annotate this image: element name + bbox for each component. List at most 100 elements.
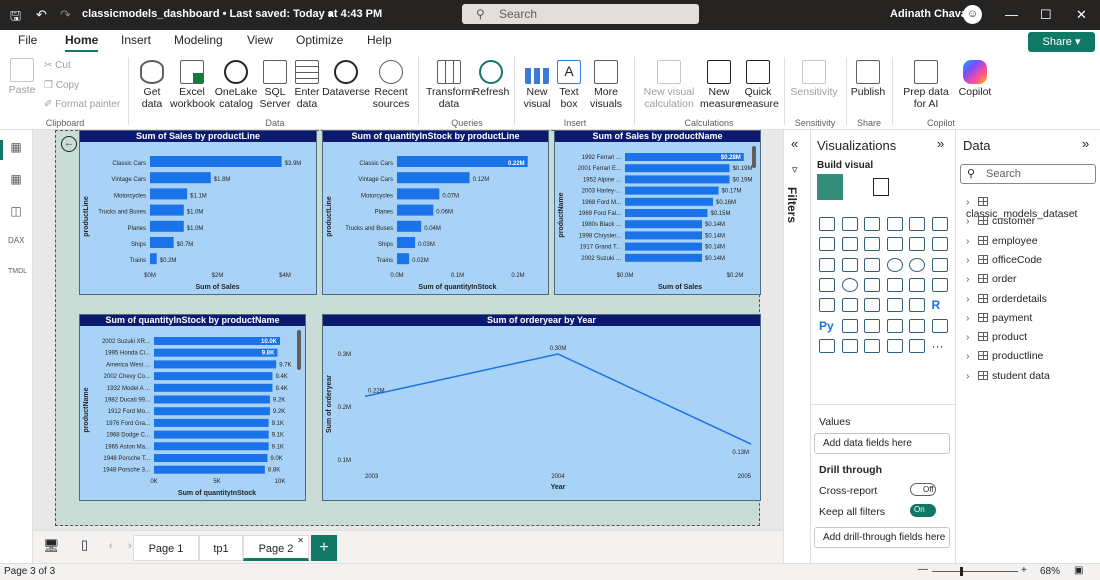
recent-sources-button[interactable]: Recent sources [370,60,412,110]
model-view-icon[interactable]: ◫ [8,204,24,218]
filters-pane-collapsed[interactable]: « ▿ Filters [783,130,810,563]
enter-data-button[interactable]: Enter data [292,60,322,110]
chevron-down-icon[interactable]: ▼ [326,9,335,19]
get-more-visuals-icon[interactable] [909,338,925,353]
multi-row-card-icon[interactable] [819,298,835,313]
page-tab-page-2[interactable]: Page 2 ✕ [243,535,309,561]
zoom-level[interactable]: 68% [1040,566,1060,577]
tab-help[interactable]: Help [367,33,392,47]
pie-chart-icon[interactable] [886,257,903,272]
stacked-area-chart-icon[interactable] [864,237,880,252]
visual-sales-by-productname[interactable]: Sum of Sales by productName 1992 Ferrari… [554,130,761,295]
chevron-right-icon[interactable]: › [966,370,976,382]
ribbon-chart-icon[interactable] [931,237,948,252]
treemap-icon[interactable] [931,257,948,272]
waterfall-chart-icon[interactable] [819,257,835,272]
tab-optimize[interactable]: Optimize [296,33,343,47]
next-page-icon[interactable]: › [128,540,132,552]
zoom-out-icon[interactable]: — [918,564,928,575]
tab-home[interactable]: Home [65,33,99,53]
table-item[interactable]: › payment [966,312,1032,324]
minimize-icon[interactable]: — [1005,7,1018,22]
table-view-icon[interactable]: ▦ [8,172,24,186]
add-page-button[interactable]: + [311,535,337,561]
build-visual-icon[interactable] [817,174,843,200]
chevron-right-icon[interactable]: › [966,235,976,247]
redo-icon[interactable]: ↷ [60,7,71,23]
keep-filters-toggle[interactable]: On [910,504,936,517]
chevron-right-icon[interactable]: › [966,254,976,266]
matrix-icon[interactable] [909,298,925,313]
map-icon[interactable] [819,277,835,292]
clustered-bar-chart-icon[interactable] [864,217,880,231]
new-visual-button[interactable]: New visual [520,60,554,110]
report-view-icon[interactable]: ▦ [8,140,24,154]
back-arrow-icon[interactable]: ← [61,136,77,152]
data-search-input[interactable]: ⚲ Search [960,164,1096,184]
key-influencers-icon[interactable] [841,318,858,333]
kpi-icon[interactable] [841,298,858,313]
copy-button[interactable]: ❐ Copy [44,80,79,91]
donut-chart-icon[interactable] [909,257,925,272]
publish-button[interactable]: Publish [850,60,886,98]
table-item[interactable]: › student data [966,370,1050,382]
stacked-bar-chart-icon[interactable] [819,217,835,231]
format-painter-button[interactable]: ✐ Format painter [44,99,120,110]
zoom-in-icon[interactable]: + [1021,565,1027,576]
chevron-right-icon[interactable]: › [966,215,976,227]
card-icon[interactable] [931,277,948,292]
table-item[interactable]: › employee [966,235,1038,247]
new-measure-button[interactable]: New measure [700,60,741,110]
refresh-button[interactable]: Refresh [472,60,510,98]
mobile-view-icon[interactable]: ▯ [81,537,88,553]
paste-button[interactable]: Paste [6,58,38,96]
r-visual-icon[interactable]: R [932,298,948,312]
undo-icon[interactable]: ↶ [36,7,47,23]
table-item[interactable]: › orderdetails [966,293,1047,305]
table-item[interactable]: › product [966,331,1027,343]
text-box-button[interactable]: A Text box [554,60,584,110]
save-icon[interactable]: 🖫 [10,7,21,29]
avatar[interactable]: ☺ [963,5,982,24]
tab-file[interactable]: File [18,33,37,47]
azure-map-icon[interactable] [864,277,880,292]
desktop-view-icon[interactable]: 🖥 [43,538,60,554]
page-tab-tp1[interactable]: tp1 [199,535,243,561]
close-tab-icon[interactable]: ✕ [297,528,304,554]
excel-workbook-button[interactable]: Excel workbook [170,60,215,110]
arcgis-map-icon[interactable] [841,338,858,353]
zoom-slider[interactable] [932,567,1018,576]
chevron-right-icon[interactable]: › [966,293,976,305]
transform-data-button[interactable]: Transform data [426,60,473,110]
collapse-icon[interactable]: » [1082,136,1089,151]
maximize-icon[interactable]: ☐ [1040,7,1052,23]
filled-map-icon[interactable] [841,277,858,292]
chevron-right-icon[interactable]: › [966,273,976,285]
clustered-column-chart-icon[interactable] [886,217,903,231]
table-item[interactable]: › officeCode [966,254,1042,266]
report-page[interactable]: ← Sum of Sales by productLine Classic Ca… [55,130,761,526]
visual-quantity-by-productname[interactable]: Sum of quantityInStock by productName 20… [79,314,306,501]
prev-page-icon[interactable]: ‹ [109,540,113,552]
table-item[interactable]: › order [966,273,1017,285]
visual-sales-by-productline[interactable]: Sum of Sales by productLine Classic Cars… [79,130,317,295]
100-bar-chart-icon[interactable] [909,217,925,231]
slicer-icon[interactable] [864,298,880,313]
values-well[interactable]: Add data fields here [814,433,950,454]
prep-data-for-ai-button[interactable]: Prep data for AI [896,60,956,110]
onelake-catalog-button[interactable]: OneLake catalog [214,60,258,110]
100-column-chart-icon[interactable] [931,217,948,231]
fit-to-page-icon[interactable]: ▣ [1074,565,1083,576]
line-clustered-column-chart-icon[interactable] [909,237,925,252]
quick-measure-button[interactable]: Quick measure [738,60,779,110]
search-input[interactable]: ⚲ Search [462,4,699,24]
line-chart-icon[interactable] [819,237,835,252]
table-icon[interactable] [886,298,903,313]
drill-through-well[interactable]: Add drill-through fields here [814,527,950,548]
scatter-chart-icon[interactable] [864,257,880,272]
gauge-icon[interactable] [909,277,925,292]
visual-orderyear-by-year[interactable]: Sum of orderyear by Year 0.3M 0.2M 0.1M 0.2… [322,314,761,501]
decomposition-tree-icon[interactable] [886,277,903,292]
more-visuals-button[interactable]: More visuals [584,60,628,110]
page-tab-page-1[interactable]: Page 1 [133,535,199,561]
